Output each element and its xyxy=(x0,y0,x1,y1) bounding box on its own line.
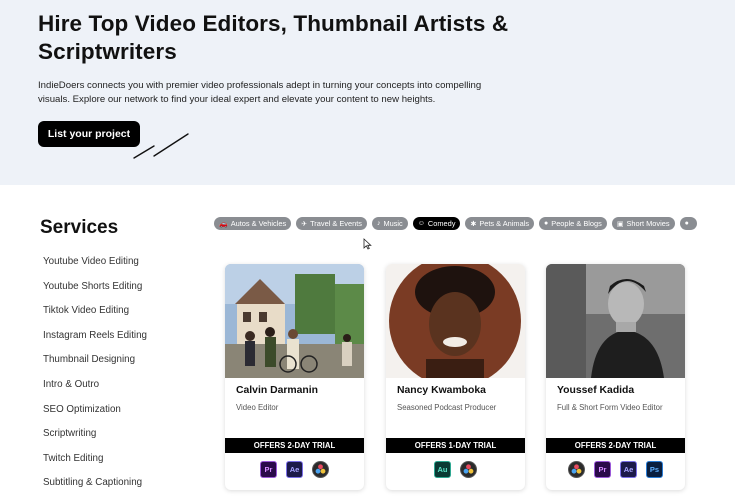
freelancer-card[interactable]: Youssef Kadida Full & Short Form Video E… xyxy=(546,264,685,490)
davinci-resolve-icon xyxy=(568,461,585,478)
after-effects-icon: Ae xyxy=(286,461,303,478)
music-icon: ♪ xyxy=(376,220,381,227)
category-chip-label: Music xyxy=(383,219,403,228)
service-item[interactable]: Instagram Reels Editing xyxy=(43,326,147,351)
hero-description: IndieDoers connects you with premier vid… xyxy=(38,80,482,105)
hero-section: Hire Top Video Editors, Thumbnail Artist… xyxy=(0,0,735,185)
category-chip[interactable]: ♪ Music xyxy=(371,217,408,230)
category-chip[interactable]: ☺ Comedy xyxy=(412,217,461,230)
freelancer-role: Video Editor xyxy=(236,403,279,412)
category-chip[interactable]: ✱ Pets & Animals xyxy=(465,217,535,230)
freelancer-role: Seasoned Podcast Producer xyxy=(397,403,497,412)
service-item[interactable]: Youtube Video Editing xyxy=(43,252,147,277)
photoshop-icon: Ps xyxy=(646,461,663,478)
services-list: Youtube Video Editing Youtube Shorts Edit… xyxy=(43,252,147,498)
trial-badge: OFFERS 2-DAY TRIAL xyxy=(546,438,685,453)
davinci-resolve-icon xyxy=(460,461,477,478)
smile-icon: ☺ xyxy=(417,220,425,227)
category-chip[interactable]: ✈ Travel & Events xyxy=(296,217,367,230)
category-chip[interactable]: ● People & Blogs xyxy=(539,217,607,230)
software-tools: Au xyxy=(386,461,525,478)
car-icon: 🚗 xyxy=(219,220,228,228)
service-item[interactable]: Scriptwriting xyxy=(43,424,147,449)
software-tools: Pr Ae xyxy=(225,461,364,478)
service-item[interactable]: SEO Optimization xyxy=(43,400,147,425)
premiere-pro-icon: Pr xyxy=(594,461,611,478)
service-item[interactable]: Thumbnail Designing xyxy=(43,350,147,375)
decorative-strokes-icon xyxy=(133,133,189,159)
plane-icon: ✈ xyxy=(301,220,308,228)
list-project-button[interactable]: List your project xyxy=(38,121,140,147)
hero-title: Hire Top Video Editors, Thumbnail Artist… xyxy=(38,11,509,64)
category-chip-label: Travel & Events xyxy=(310,219,362,228)
trial-badge: OFFERS 2-DAY TRIAL xyxy=(225,438,364,453)
mouse-cursor-icon xyxy=(363,238,372,250)
freelancer-name: Calvin Darmanin xyxy=(236,385,318,396)
profile-photo xyxy=(225,264,364,378)
freelancer-role: Full & Short Form Video Editor xyxy=(557,403,663,412)
category-chip-label: Autos & Vehicles xyxy=(230,219,287,228)
service-item[interactable]: Intro & Outro xyxy=(43,375,147,400)
software-tools: Pr Ae Ps xyxy=(546,461,685,478)
category-chip[interactable]: 🚗 Autos & Vehicles xyxy=(214,217,292,230)
freelancer-card[interactable]: Calvin Darmanin Video Editor OFFERS 2-DA… xyxy=(225,264,364,490)
service-item[interactable]: Subtitling & Captioning xyxy=(43,473,147,498)
category-chip-label: Pets & Animals xyxy=(479,219,530,228)
profile-photo xyxy=(546,264,685,378)
more-icon: ● xyxy=(684,220,689,227)
people-icon: ● xyxy=(544,220,549,227)
category-chip[interactable]: ▣ Short Movies xyxy=(611,217,675,230)
freelancer-name: Nancy Kwamboka xyxy=(397,385,486,396)
davinci-resolve-icon xyxy=(312,461,329,478)
audition-icon: Au xyxy=(434,461,451,478)
service-item[interactable]: Tiktok Video Editing xyxy=(43,301,147,326)
after-effects-icon: Ae xyxy=(620,461,637,478)
service-item[interactable]: Youtube Shorts Editing xyxy=(43,277,147,302)
services-title: Services xyxy=(40,217,119,238)
category-chip-label: Short Movies xyxy=(626,219,670,228)
service-item[interactable]: Twitch Editing xyxy=(43,449,147,474)
category-chip-label: Comedy xyxy=(427,219,456,228)
category-filter-bar: 🚗 Autos & Vehicles ✈ Travel & Events ♪ Music ☺… xyxy=(214,217,735,231)
premiere-pro-icon: Pr xyxy=(260,461,277,478)
freelancer-card[interactable]: Nancy Kwamboka Seasoned Podcast Producer… xyxy=(386,264,525,490)
category-chip[interactable]: ● xyxy=(679,217,697,230)
paw-icon: ✱ xyxy=(470,220,477,228)
film-icon: ▣ xyxy=(616,220,624,228)
profile-photo xyxy=(386,264,525,378)
category-chip-label: People & Blogs xyxy=(551,219,602,228)
trial-badge: OFFERS 1-DAY TRIAL xyxy=(386,438,525,453)
freelancer-name: Youssef Kadida xyxy=(557,385,635,396)
